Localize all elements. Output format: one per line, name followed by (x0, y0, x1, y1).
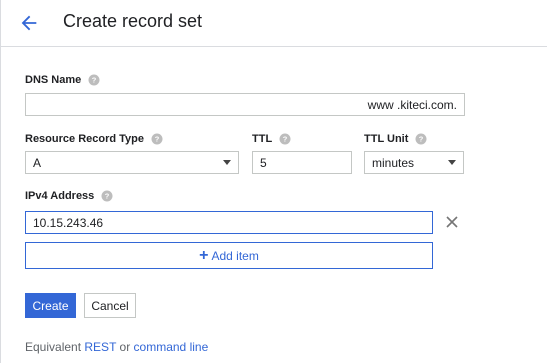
dns-name-help-icon[interactable]: ? (88, 74, 100, 86)
ipv4-input[interactable] (33, 215, 425, 230)
ttl-unit-help-icon[interactable]: ? (415, 133, 427, 145)
ipv4-field[interactable] (25, 211, 433, 234)
remove-item-close-icon[interactable] (445, 215, 459, 229)
ttl-label-text: TTL (252, 133, 273, 145)
footer-or: or (119, 340, 131, 354)
rest-link[interactable]: REST (84, 340, 116, 354)
dns-name-input[interactable] (33, 97, 364, 112)
dns-name-label: DNS Name ? (25, 74, 100, 86)
ipv4-label-text: IPv4 Address (25, 190, 95, 202)
panel-left-border (0, 0, 1, 363)
record-type-value: A (33, 155, 42, 170)
svg-text:?: ? (105, 192, 110, 201)
ttl-unit-label-text: TTL Unit (364, 133, 409, 145)
dns-name-label-text: DNS Name (25, 74, 82, 86)
ipv4-help-icon[interactable]: ? (101, 190, 113, 202)
page-title: Create record set (63, 11, 203, 31)
ipv4-label: IPv4 Address ? (25, 190, 113, 202)
add-item-label: Add item (211, 248, 259, 263)
chevron-down-icon (448, 160, 456, 165)
svg-text:?: ? (419, 135, 424, 144)
record-type-label: Resource Record Type ? (25, 133, 163, 145)
cancel-button[interactable]: Cancel (84, 293, 136, 318)
page-header: Create record set (0, 0, 547, 47)
dns-name-suffix: www .kiteci.com. (367, 97, 457, 112)
command-line-link[interactable]: command line (134, 340, 209, 354)
ttl-input[interactable] (260, 155, 344, 170)
footer-prefix: Equivalent (25, 340, 82, 354)
create-button[interactable]: Create (25, 293, 76, 318)
ttl-field[interactable] (252, 151, 352, 174)
ttl-unit-label: TTL Unit ? (364, 133, 427, 145)
plus-icon: + (199, 246, 209, 264)
ttl-unit-select[interactable]: minutes (364, 151, 464, 174)
chevron-down-icon (223, 160, 231, 165)
svg-text:?: ? (155, 135, 160, 144)
back-arrow-icon[interactable] (18, 12, 40, 34)
record-type-label-text: Resource Record Type (25, 133, 145, 145)
ttl-help-icon[interactable]: ? (279, 133, 291, 145)
equivalent-footer: Equivalent REST or command line (25, 340, 208, 354)
ttl-label: TTL ? (252, 133, 291, 145)
svg-text:?: ? (283, 135, 288, 144)
record-type-select[interactable]: A (25, 151, 239, 174)
dns-name-field[interactable]: www .kiteci.com. (25, 93, 465, 116)
add-item-button[interactable]: + Add item (25, 242, 433, 269)
ttl-unit-value: minutes (372, 155, 415, 170)
record-type-help-icon[interactable]: ? (151, 133, 163, 145)
svg-text:?: ? (92, 76, 97, 85)
